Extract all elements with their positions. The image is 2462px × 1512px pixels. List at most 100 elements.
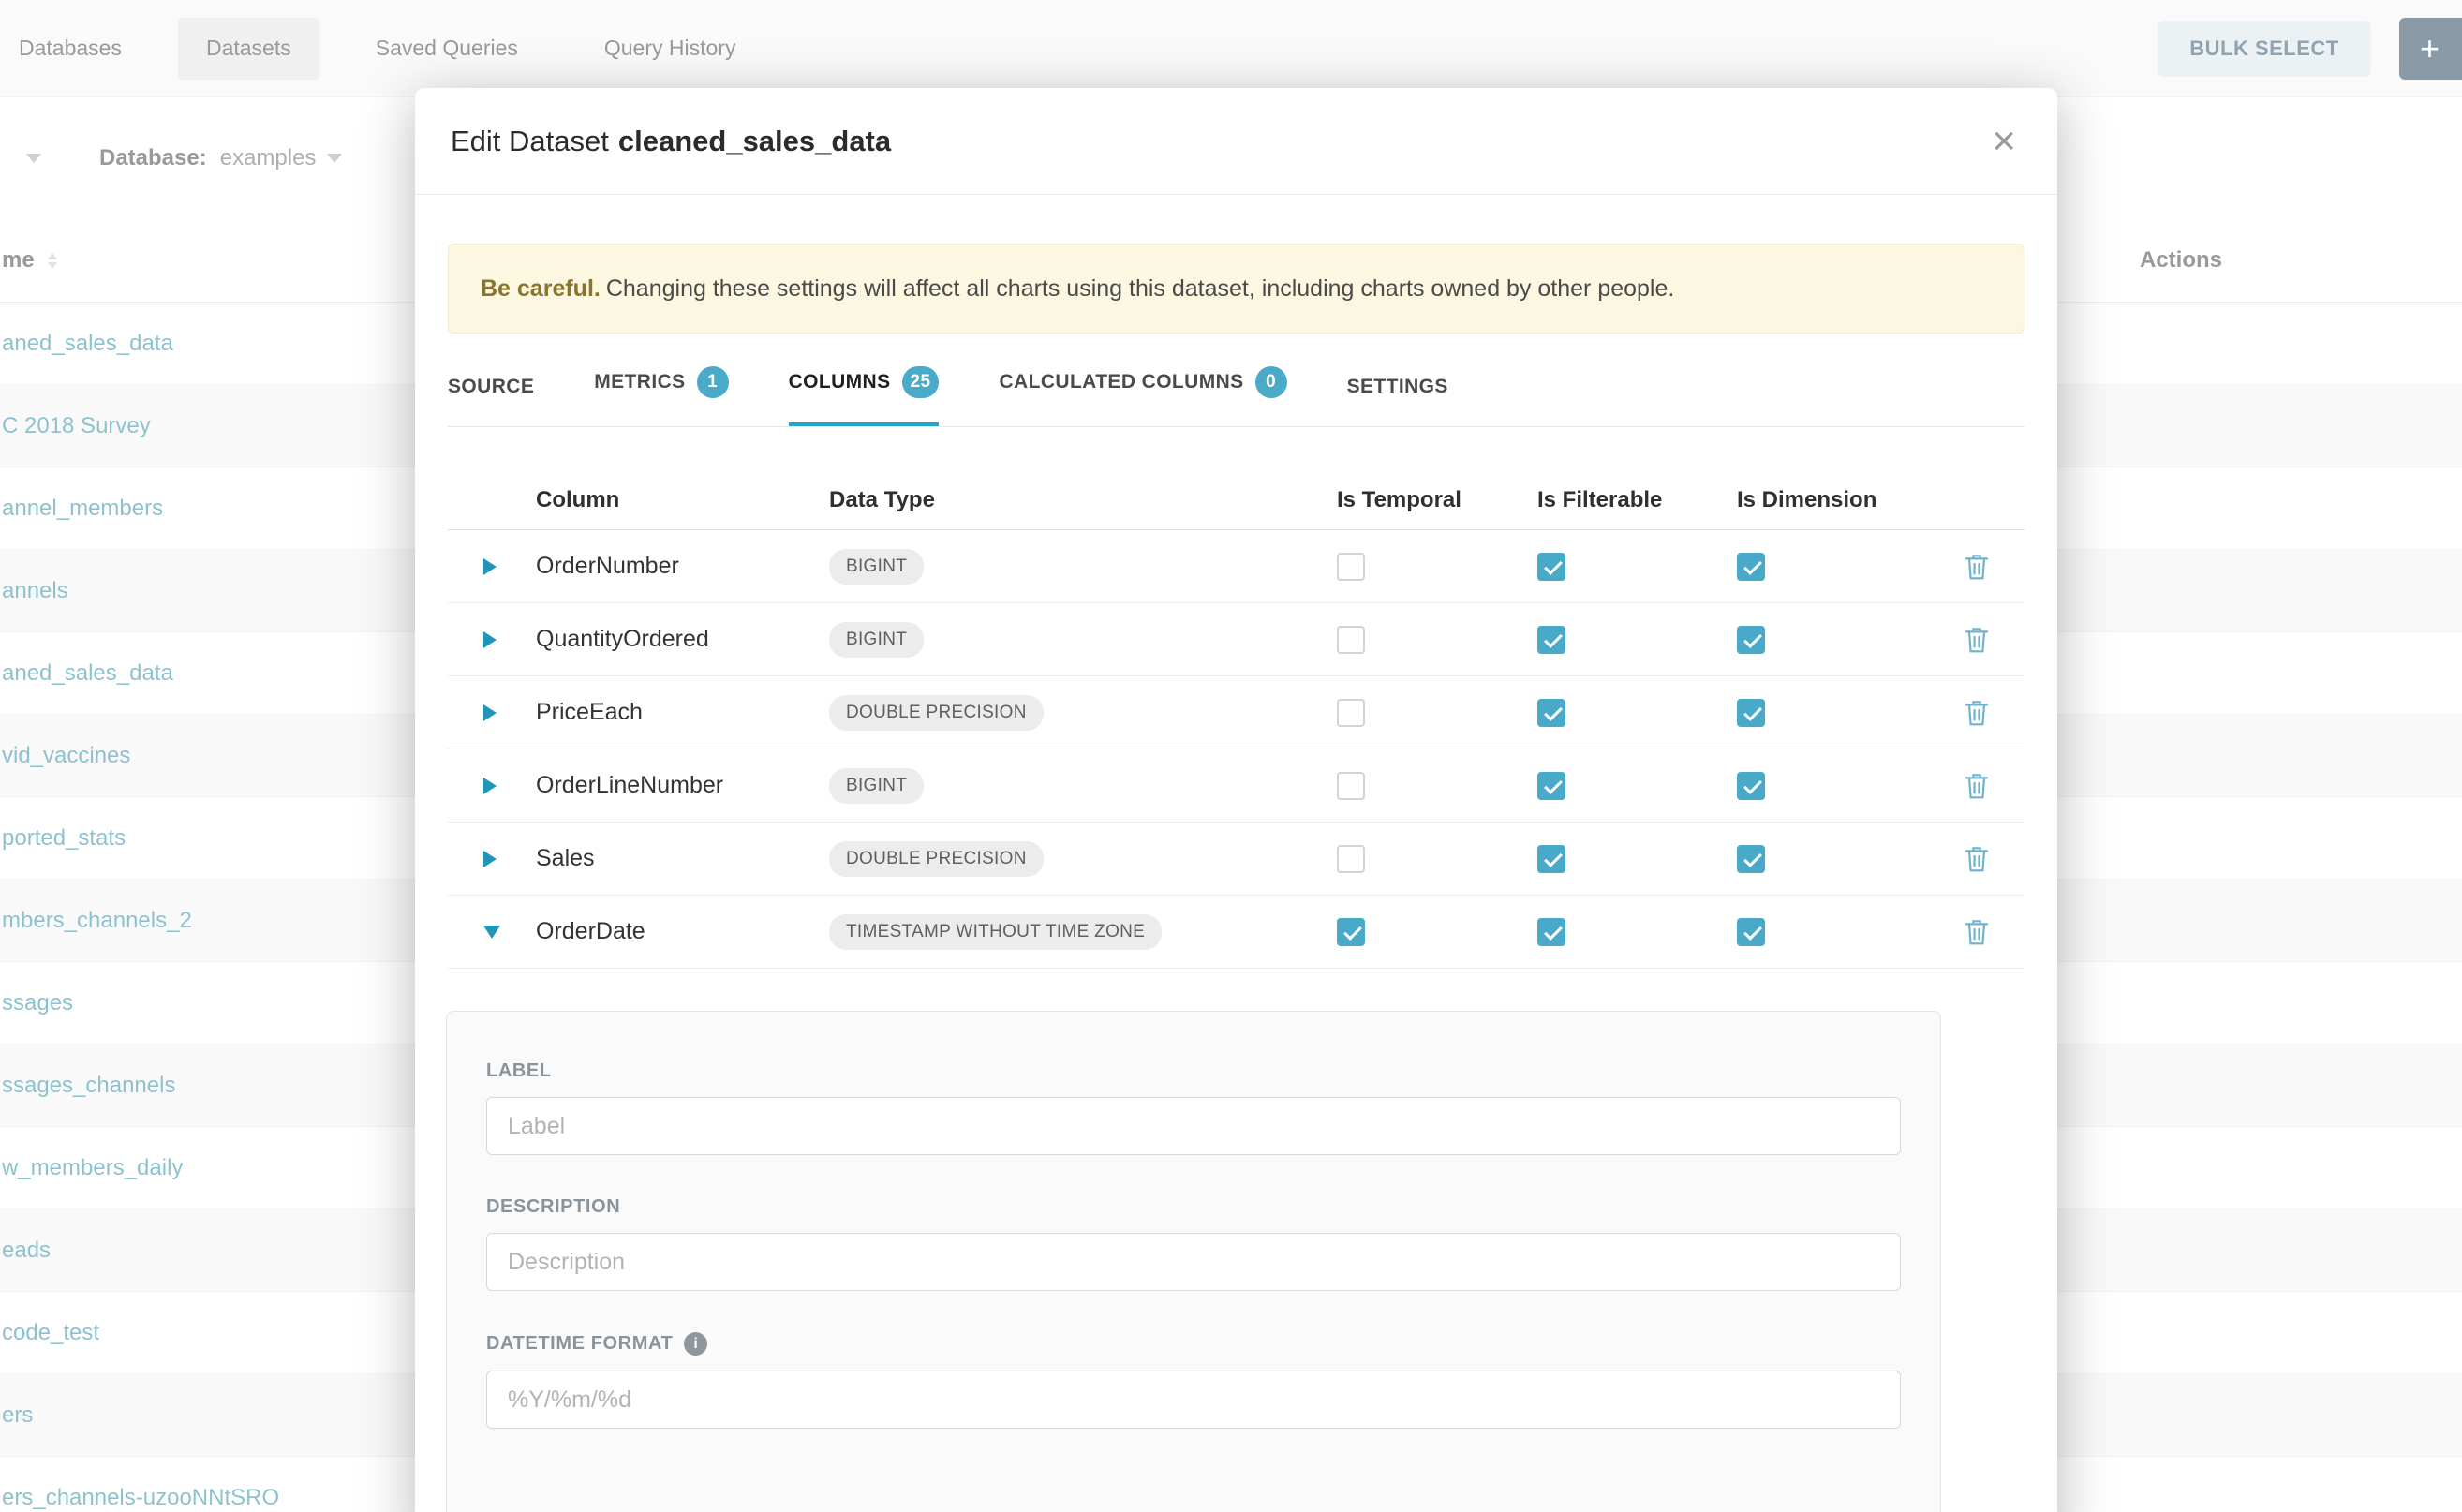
checkbox-icon	[1337, 626, 1365, 654]
is-filterable-checkbox[interactable]	[1537, 553, 1737, 581]
expand-toggle[interactable]	[448, 778, 536, 794]
modal-tabs: SOURCE METRICS 1 COLUMNS 25 CALCULATED C…	[448, 366, 2024, 427]
is-dimension-checkbox[interactable]	[1737, 918, 1928, 946]
trash-icon	[1963, 552, 1991, 582]
expand-toggle[interactable]	[448, 926, 536, 939]
is-dimension-checkbox[interactable]	[1737, 626, 1928, 654]
expand-toggle[interactable]	[448, 558, 536, 575]
tab-calculated-columns-label: CALCULATED COLUMNS	[999, 371, 1243, 393]
is-dimension-checkbox[interactable]	[1737, 553, 1928, 581]
warning-banner: Be careful.Changing these settings will …	[448, 244, 2024, 334]
tab-metrics-label: METRICS	[594, 371, 685, 393]
column-name: OrderDate	[536, 918, 829, 945]
header-is-temporal: Is Temporal	[1337, 487, 1537, 513]
is-filterable-checkbox[interactable]	[1537, 626, 1737, 654]
close-icon[interactable]: ×	[1986, 121, 2022, 162]
data-type-cell: DOUBLE PRECISION	[829, 695, 1337, 731]
column-name: Sales	[536, 845, 829, 872]
is-filterable-checkbox[interactable]	[1537, 918, 1737, 946]
checkbox-icon	[1337, 772, 1365, 800]
tab-columns[interactable]: COLUMNS 25	[789, 366, 940, 426]
expand-caret-icon	[483, 631, 497, 648]
trash-icon	[1963, 844, 1991, 874]
data-type-cell: DOUBLE PRECISION	[829, 841, 1337, 877]
column-row: OrderDate TIMESTAMP WITHOUT TIME ZONE	[448, 896, 2024, 969]
columns-table-body: OrderNumber BIGINT QuantityOrdered BIGIN…	[448, 530, 2024, 969]
checkbox-icon	[1737, 553, 1765, 581]
is-temporal-checkbox[interactable]	[1337, 626, 1537, 654]
is-dimension-checkbox[interactable]	[1737, 699, 1928, 727]
column-row: PriceEach DOUBLE PRECISION	[448, 676, 2024, 749]
description-input[interactable]	[486, 1233, 1901, 1291]
screen: Databases Datasets Saved Queries Query H…	[0, 0, 2462, 1512]
is-temporal-checkbox[interactable]	[1337, 845, 1537, 873]
tab-columns-label: COLUMNS	[789, 371, 891, 393]
checkbox-icon	[1737, 626, 1765, 654]
is-dimension-checkbox[interactable]	[1737, 845, 1928, 873]
header-column: Column	[536, 487, 829, 513]
tab-settings-label: SETTINGS	[1347, 376, 1448, 398]
header-is-filterable: Is Filterable	[1537, 487, 1737, 513]
expand-caret-icon	[483, 926, 500, 939]
column-row: OrderLineNumber BIGINT	[448, 749, 2024, 823]
expand-caret-icon	[483, 778, 497, 794]
delete-column-button[interactable]	[1928, 698, 2024, 728]
data-type-pill: DOUBLE PRECISION	[829, 841, 1044, 877]
is-filterable-checkbox[interactable]	[1537, 845, 1737, 873]
is-filterable-checkbox[interactable]	[1537, 772, 1737, 800]
edit-dataset-modal: Edit Datasetcleaned_sales_data × Be care…	[415, 88, 2057, 1512]
data-type-pill: BIGINT	[829, 768, 924, 804]
info-icon[interactable]	[684, 1332, 707, 1356]
metrics-count-badge: 1	[697, 366, 729, 398]
label-input[interactable]	[486, 1097, 1901, 1155]
delete-column-button[interactable]	[1928, 625, 2024, 655]
column-detail-panel: LABEL DESCRIPTION DATETIME FORMAT	[446, 1011, 1941, 1512]
checkbox-icon	[1337, 699, 1365, 727]
checkbox-icon	[1537, 845, 1565, 873]
checkbox-icon	[1337, 918, 1365, 946]
expand-caret-icon	[483, 851, 497, 867]
tab-calculated-columns[interactable]: CALCULATED COLUMNS 0	[999, 366, 1286, 426]
expand-toggle[interactable]	[448, 704, 536, 721]
is-filterable-checkbox[interactable]	[1537, 699, 1737, 727]
trash-icon	[1963, 698, 1991, 728]
datetime-format-input[interactable]	[486, 1371, 1901, 1429]
trash-icon	[1963, 917, 1991, 947]
data-type-pill: TIMESTAMP WITHOUT TIME ZONE	[829, 914, 1162, 950]
tab-source[interactable]: SOURCE	[448, 376, 534, 426]
tab-settings[interactable]: SETTINGS	[1347, 376, 1448, 426]
warning-banner-bold: Be careful.	[481, 275, 601, 302]
columns-table: Column Data Type Is Temporal Is Filterab…	[448, 470, 2024, 969]
datetime-format-label-text: DATETIME FORMAT	[486, 1333, 673, 1355]
data-type-cell: TIMESTAMP WITHOUT TIME ZONE	[829, 914, 1337, 950]
is-temporal-checkbox[interactable]	[1337, 553, 1537, 581]
checkbox-icon	[1537, 626, 1565, 654]
data-type-cell: BIGINT	[829, 622, 1337, 658]
data-type-pill: BIGINT	[829, 549, 924, 585]
checkbox-icon	[1537, 699, 1565, 727]
is-temporal-checkbox[interactable]	[1337, 772, 1537, 800]
datetime-format-field-label: DATETIME FORMAT	[486, 1332, 1901, 1356]
checkbox-icon	[1737, 845, 1765, 873]
expand-toggle[interactable]	[448, 851, 536, 867]
modal-header: Edit Datasetcleaned_sales_data ×	[415, 88, 2057, 195]
data-type-pill: BIGINT	[829, 622, 924, 658]
delete-column-button[interactable]	[1928, 771, 2024, 801]
is-temporal-checkbox[interactable]	[1337, 918, 1537, 946]
column-name: QuantityOrdered	[536, 626, 829, 653]
delete-column-button[interactable]	[1928, 844, 2024, 874]
tab-metrics[interactable]: METRICS 1	[594, 366, 728, 426]
delete-column-button[interactable]	[1928, 917, 2024, 947]
delete-column-button[interactable]	[1928, 552, 2024, 582]
column-name: PriceEach	[536, 699, 829, 726]
column-row: OrderNumber BIGINT	[448, 530, 2024, 603]
column-row: Sales DOUBLE PRECISION	[448, 823, 2024, 896]
trash-icon	[1963, 771, 1991, 801]
column-name: OrderNumber	[536, 553, 829, 580]
is-dimension-checkbox[interactable]	[1737, 772, 1928, 800]
checkbox-icon	[1737, 699, 1765, 727]
is-temporal-checkbox[interactable]	[1337, 699, 1537, 727]
checkbox-icon	[1737, 772, 1765, 800]
modal-title: Edit Datasetcleaned_sales_data	[451, 125, 891, 158]
expand-toggle[interactable]	[448, 631, 536, 648]
